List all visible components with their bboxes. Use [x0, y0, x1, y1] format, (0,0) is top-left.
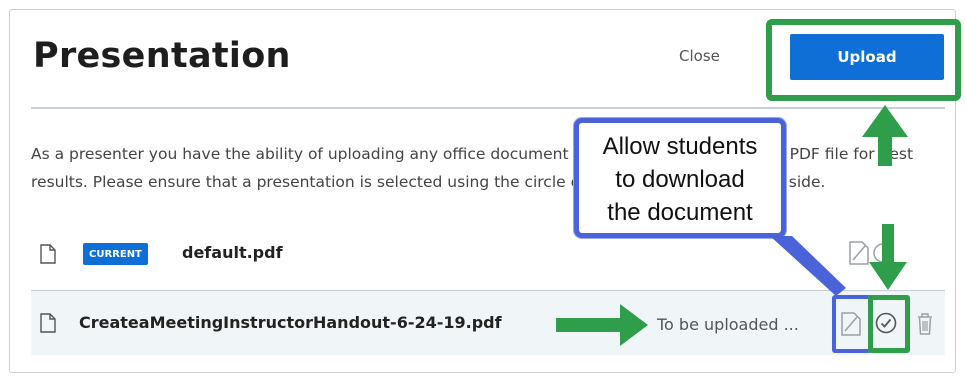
arrow-up-icon: [862, 105, 908, 166]
arrow-down-icon: [869, 224, 907, 290]
annotation-arrows: [556, 105, 908, 346]
arrow-right-icon: [556, 304, 648, 346]
